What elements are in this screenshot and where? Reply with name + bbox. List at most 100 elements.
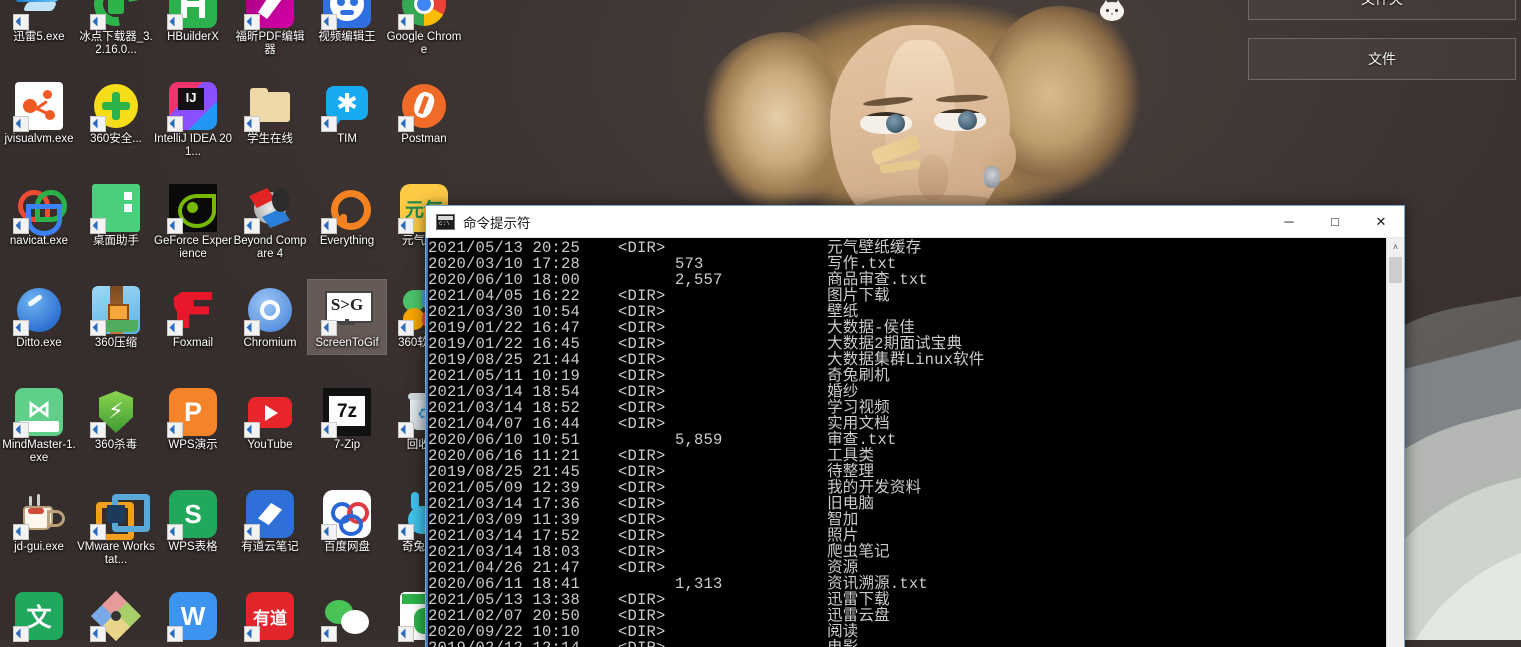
command-prompt-window[interactable]: 命令提示符 ─ □ ✕ 2021/05/13 20:25 <DIR> 元气壁纸缓…	[425, 205, 1405, 647]
shortcut-arrow-icon	[13, 320, 29, 336]
icon-label: 桌面助手	[93, 235, 139, 247]
video-editor-king-icon	[321, 0, 371, 30]
shortcut-arrow-icon	[398, 320, 414, 336]
cmd-output-line: 2021/05/11 10:19 <DIR> 奇兔刷机	[428, 367, 890, 385]
cmd-output-line: 2021/03/14 17:52 <DIR> 照片	[428, 527, 859, 545]
close-button[interactable]: ✕	[1358, 206, 1404, 237]
icon-label: 百度网盘	[324, 541, 370, 553]
shortcut-arrow-icon	[321, 524, 337, 540]
desktop-icon-navicat-exe[interactable]: navicat.exe	[0, 178, 78, 252]
cmd-output-line: 2020/06/11 18:41 1,313 资讯溯源.txt	[428, 575, 928, 593]
desktop-icon-postman[interactable]: Postman	[385, 76, 463, 150]
desktop-icon-student-online[interactable]: 学生在线	[231, 76, 309, 150]
shortcut-arrow-icon	[13, 218, 29, 234]
icon-label: 迅雷5.exe	[13, 31, 65, 43]
wps-spreadsheet-icon: S	[167, 490, 217, 540]
cmd-output-line: 2020/06/16 11:21 <DIR> 工具类	[428, 447, 875, 465]
shortcut-arrow-icon	[321, 14, 337, 30]
icon-label: jvisualvm.exe	[4, 133, 74, 145]
icon-label: ScreenToGif	[315, 337, 379, 349]
beyond-compare-4-icon	[244, 184, 294, 234]
desktop-icon-intellij-idea[interactable]: IJ IntelliJ IDEA 201...	[154, 76, 232, 163]
shortcut-arrow-icon	[13, 14, 29, 30]
desktop-icon-7-zip[interactable]: 7z 7-Zip	[308, 382, 386, 456]
desktop-icon-wps-spreadsheet[interactable]: S WPS表格	[154, 484, 232, 558]
shortcut-arrow-icon	[244, 116, 260, 132]
desktop-icon-color-app[interactable]	[77, 586, 155, 647]
cmd-output-line: 2021/02/07 20:50 <DIR> 迅雷云盘	[428, 607, 890, 625]
desktop-icon-chromium[interactable]: Chromium	[231, 280, 309, 354]
desktop-icon-video-editor-king[interactable]: 视频编辑王	[308, 0, 386, 48]
desktop-icon-tim[interactable]: ✱ TIM	[308, 76, 386, 150]
desktop-icon-geforce-experience[interactable]: GeForce Experience	[154, 178, 232, 265]
desktop-icon-wps-writer[interactable]: 文	[0, 586, 78, 647]
cmd-output-line: 2019/01/22 16:47 <DIR> 大数据-侯佳	[428, 319, 916, 337]
cmd-output-line: 2021/05/13 13:38 <DIR> 迅雷下载	[428, 591, 890, 609]
maximize-button[interactable]: □	[1312, 206, 1358, 237]
desktop-icon-youtube[interactable]: YouTube	[231, 382, 309, 456]
intellij-idea-icon: IJ	[167, 82, 217, 132]
cmd-output-line: 2020/03/10 17:28 573 写作.txt	[428, 255, 897, 273]
shortcut-arrow-icon	[321, 422, 337, 438]
jd-gui-exe-icon	[13, 490, 65, 540]
desktop-icon-baidu-netdisk[interactable]: 百度网盘	[308, 484, 386, 558]
desktop-icon-xunlei5-exe[interactable]: 迅雷5.exe	[0, 0, 78, 48]
cmd-output-line: 2021/05/13 20:25 <DIR> 元气壁纸缓存	[428, 239, 922, 257]
desktop-icon-youdao-note[interactable]: 有道云笔记	[231, 484, 309, 558]
desktop-icon-screentogif[interactable]: S>G ScreenToGif	[307, 279, 387, 355]
navicat-exe-icon	[13, 184, 67, 236]
shortcut-arrow-icon	[90, 116, 106, 132]
desktop-icon-foxit-pdf-editor[interactable]: 福昕PDF编辑器	[231, 0, 309, 61]
icon-label: 视频编辑王	[318, 31, 376, 43]
desktop-icon-jd-gui-exe[interactable]: jd-gui.exe	[0, 484, 78, 558]
tim-icon: ✱	[321, 82, 371, 132]
icon-label: Foxmail	[172, 337, 214, 349]
desktop-icon-hbuilderx[interactable]: HBuilderX	[154, 0, 232, 48]
desktop-icon-360-antivirus[interactable]: ⚡ 360杀毒	[77, 382, 155, 456]
desktop-icon-mindmaster-exe[interactable]: ⋈ MindMaster-1.exe	[0, 382, 78, 469]
minimize-button[interactable]: ─	[1266, 206, 1312, 237]
shortcut-arrow-icon	[321, 116, 337, 132]
cmd-output-line: 2019/01/22 16:45 <DIR> 大数据2期面试宝典	[428, 335, 963, 353]
shortcut-arrow-icon	[244, 14, 260, 30]
desktop-icon-google-chrome[interactable]: Google Chrome	[385, 0, 463, 61]
desktop-assistant-icon	[90, 184, 140, 234]
desktop-icon-ditto-exe[interactable]: Ditto.exe	[0, 280, 78, 354]
desktop-icon-360-safe[interactable]: 360安全...	[77, 76, 155, 150]
cmd-scrollbar[interactable]: ˄	[1386, 238, 1404, 647]
mindmaster-exe-icon: ⋈	[13, 388, 63, 438]
color-app-icon	[90, 590, 142, 642]
cmd-output-line: 2021/03/09 11:39 <DIR> 智加	[428, 511, 859, 529]
desktop-icon-360-zip[interactable]: 360压缩	[77, 280, 155, 354]
geforce-experience-icon	[167, 184, 217, 234]
shortcut-arrow-icon	[398, 218, 414, 234]
cmd-left-edge	[426, 238, 428, 647]
cmd-console-output[interactable]: 2021/05/13 20:25 <DIR> 元气壁纸缓存 2020/03/10 …	[426, 238, 1386, 647]
icon-label: MindMaster-1.exe	[2, 439, 76, 464]
desktop-icon-beyond-compare-4[interactable]: Beyond Compare 4	[231, 178, 309, 265]
icon-label: 冰点下载器_3.2.16.0...	[79, 31, 153, 56]
file-button[interactable]: 文件	[1248, 38, 1516, 80]
icon-label: YouTube	[247, 439, 293, 451]
desktop-icon-wechat[interactable]	[308, 586, 386, 647]
hbuilderx-icon	[167, 0, 217, 30]
desktop-icon-wps-office[interactable]: W	[154, 586, 232, 647]
desktop-icon-jvisualvm-exe[interactable]: jvisualvm.exe	[0, 76, 78, 150]
desktop-icon-wps-presentation[interactable]: P WPS演示	[154, 382, 232, 456]
chromium-icon	[244, 286, 294, 336]
shortcut-arrow-icon	[13, 422, 29, 438]
desktop-icon-desktop-assistant[interactable]: 桌面助手	[77, 178, 155, 252]
desktop-icon-youdao-dict[interactable]: 有道	[231, 586, 309, 647]
desktop-icon-everything[interactable]: Everything	[308, 178, 386, 252]
scroll-up-arrow[interactable]: ˄	[1387, 238, 1404, 255]
desktop-icon-vmware-workstation[interactable]: VMware Workstat...	[77, 484, 155, 571]
icon-label: Google Chrome	[386, 31, 462, 56]
youdao-note-icon	[244, 490, 294, 540]
icon-label: 7-Zip	[333, 439, 361, 451]
shortcut-arrow-icon	[167, 524, 183, 540]
scrollbar-thumb[interactable]	[1389, 257, 1402, 283]
cmd-titlebar[interactable]: 命令提示符 ─ □ ✕	[426, 206, 1404, 238]
desktop-icon-foxmail[interactable]: Foxmail	[154, 280, 232, 354]
desktop-icon-bingdian-downloader[interactable]: 冰点下载器_3.2.16.0...	[77, 0, 155, 61]
folder-button[interactable]: 文件夹	[1248, 0, 1516, 20]
